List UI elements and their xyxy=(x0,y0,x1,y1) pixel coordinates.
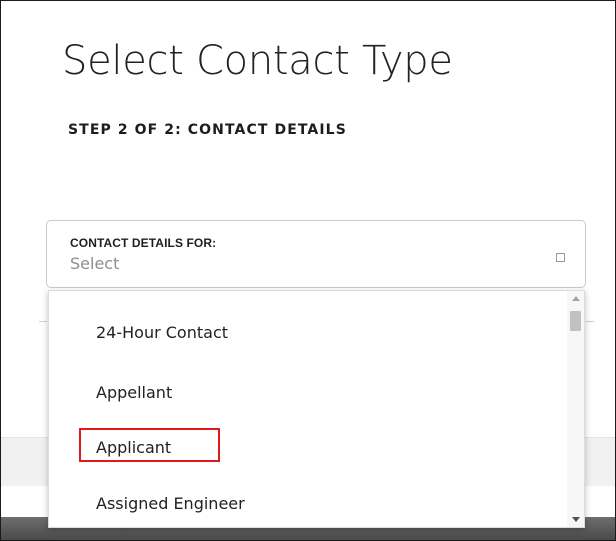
select-value: Select xyxy=(70,254,120,273)
step-label: STEP 2 OF 2: CONTACT DETAILS xyxy=(68,122,347,138)
page-title: Select Contact Type xyxy=(62,38,453,84)
scroll-down-icon[interactable] xyxy=(572,517,580,522)
scroll-thumb[interactable] xyxy=(570,311,581,331)
dropdown-scrollbar[interactable] xyxy=(567,291,584,527)
chevron-down-icon[interactable] xyxy=(556,253,565,262)
scroll-up-icon[interactable] xyxy=(572,296,580,301)
select-label: CONTACT DETAILS FOR: xyxy=(70,236,217,250)
dropdown-option-assigned-engineer[interactable]: Assigned Engineer xyxy=(96,494,245,513)
dropdown-option-24-hour-contact[interactable]: 24-Hour Contact xyxy=(96,323,228,342)
divider-right xyxy=(586,321,594,322)
dialog-window: Select Contact Type STEP 2 OF 2: CONTACT… xyxy=(0,0,616,541)
dropdown-list: 24-Hour Contact Appellant Applicant Assi… xyxy=(48,290,585,528)
divider-left xyxy=(39,321,47,322)
dropdown-option-appellant[interactable]: Appellant xyxy=(96,383,172,402)
dropdown-option-applicant[interactable]: Applicant xyxy=(96,438,171,457)
contact-details-select[interactable]: CONTACT DETAILS FOR: Select xyxy=(46,220,586,288)
